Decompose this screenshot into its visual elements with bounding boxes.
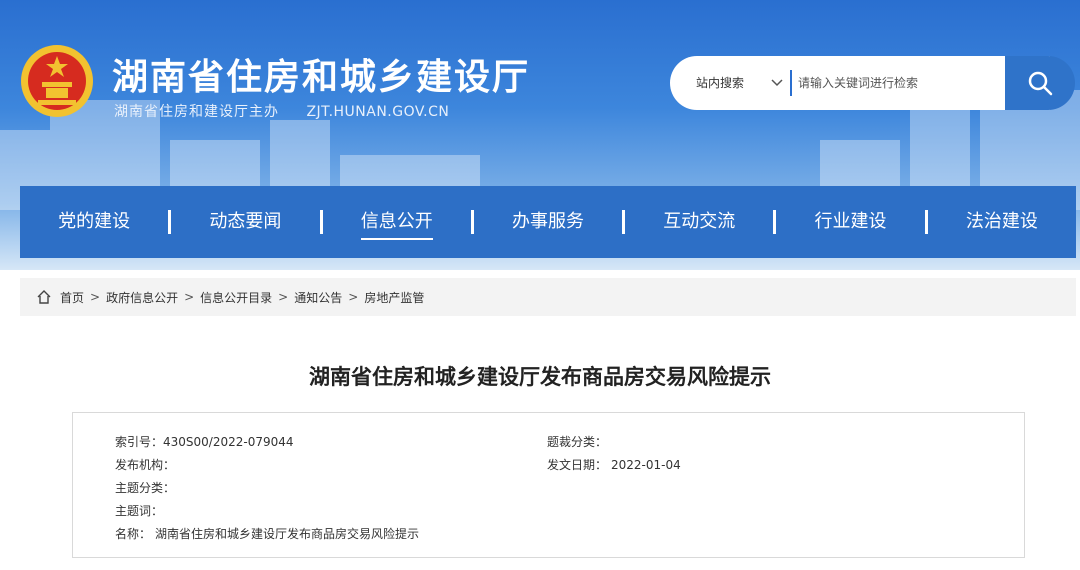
site-subtitle: 湖南省住房和建设厅主办 ZJT.HUNAN.GOV.CN — [114, 101, 449, 121]
meta-publisher: 发布机构： — [115, 458, 176, 472]
national-emblem-icon — [21, 45, 93, 117]
breadcrumb-separator: > — [184, 290, 195, 304]
search-scope-select[interactable]: 站内搜索 — [696, 74, 744, 91]
search-input[interactable] — [798, 68, 998, 98]
breadcrumb: 首页 > 政府信息公开 > 信息公开目录 > 通知公告 > 房地产监管 — [20, 278, 1076, 316]
main-nav: 党的建设 动态要闻 信息公开 办事服务 互动交流 行业建设 法治建设 — [20, 186, 1076, 258]
nav-item-industry[interactable]: 行业建设 — [776, 186, 924, 258]
breadcrumb-separator: > — [278, 290, 289, 304]
meta-name: 名称： 湖南省住房和城乡建设厅发布商品房交易风险提示 — [115, 527, 420, 541]
nav-item-services[interactable]: 办事服务 — [474, 186, 622, 258]
meta-index: 索引号：430S00/2022-079044 — [115, 435, 294, 449]
breadcrumb-info-catalog[interactable]: 信息公开目录 — [200, 289, 272, 306]
search-icon — [1028, 71, 1053, 96]
site-title: 湖南省住房和城乡建设厅 — [112, 57, 531, 98]
breadcrumb-separator: > — [348, 290, 359, 304]
site-domain: ZJT.HUNAN.GOV.CN — [306, 104, 450, 120]
meta-genre: 题裁分类： — [547, 435, 608, 449]
search-divider — [790, 70, 792, 96]
article-meta-box: 索引号：430S00/2022-079044 题裁分类： 发布机构： 发文日期：… — [72, 412, 1025, 558]
nav-item-news[interactable]: 动态要闻 — [171, 186, 319, 258]
nav-item-info-disclosure[interactable]: 信息公开 — [323, 186, 471, 258]
search-button[interactable] — [1005, 56, 1075, 110]
nav-item-party-building[interactable]: 党的建设 — [20, 186, 168, 258]
breadcrumb-notices[interactable]: 通知公告 — [294, 289, 342, 306]
search-box: 站内搜索 — [670, 56, 1050, 110]
site-sponsor: 湖南省住房和建设厅主办 — [114, 104, 279, 120]
chevron-down-icon[interactable] — [770, 76, 784, 90]
meta-keywords: 主题词： — [115, 504, 164, 518]
breadcrumb-gov-info[interactable]: 政府信息公开 — [106, 289, 178, 306]
breadcrumb-real-estate[interactable]: 房地产监管 — [364, 289, 424, 306]
article-title: 湖南省住房和城乡建设厅发布商品房交易风险提示 — [309, 365, 771, 389]
nav-item-rule-of-law[interactable]: 法治建设 — [928, 186, 1076, 258]
breadcrumb-separator: > — [90, 290, 101, 304]
nav-item-interaction[interactable]: 互动交流 — [625, 186, 773, 258]
home-icon — [37, 290, 51, 304]
breadcrumb-home[interactable]: 首页 — [60, 289, 84, 306]
meta-topic: 主题分类： — [115, 481, 176, 495]
meta-date: 发文日期： 2022-01-04 — [547, 458, 681, 472]
